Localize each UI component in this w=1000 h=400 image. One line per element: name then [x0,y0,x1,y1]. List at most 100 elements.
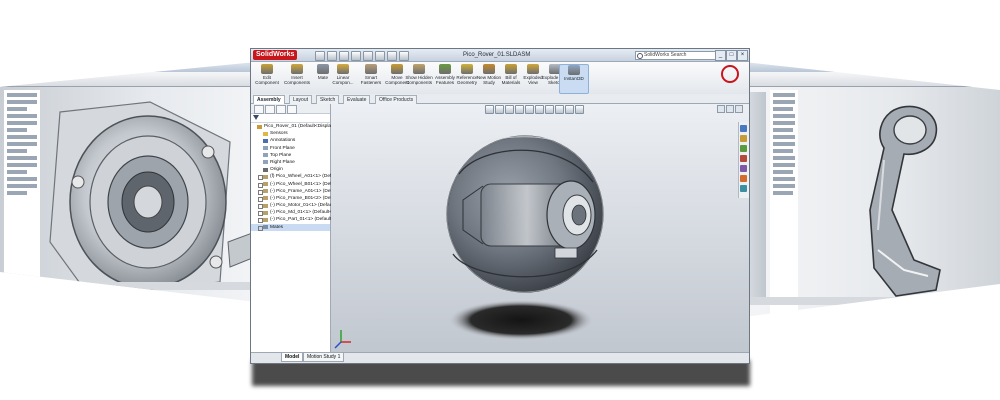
configuration-manager-tab-icon[interactable] [276,105,286,114]
tree-item-label: (-) Pico_Frame_A01<1> (Defaul [270,188,339,194]
maximize-button[interactable]: □ [726,50,737,61]
tree-item[interactable]: Mates [251,223,330,231]
title-bar: SolidWorks Pico_Rover_01.SLDASM SolidWor… [251,49,749,62]
mates-icon [263,225,268,230]
tree-item[interactable]: (-) Pico_Frame_A01<1> (Defaul [251,188,338,195]
smart-fasteners-icon [365,64,377,74]
tab-layout[interactable]: Layout [289,95,313,104]
tree-item[interactable]: (-) Pico_Motor_01<1> (Default [251,202,335,210]
bill-of-materials-icon [505,64,517,74]
tab-evaluate[interactable]: Evaluate [343,95,371,104]
tree-item-label: (-) Pico_Wheel_B01<1> (Defaul [270,181,338,187]
search-icon [637,53,643,59]
rebuild-icon[interactable] [387,51,397,61]
tree-item[interactable]: (-) Pico_Md_01<1> (Default<< [251,209,335,217]
instant3d-icon [568,65,580,75]
tab-assembly[interactable]: Assembly [253,95,285,104]
tab-office-products[interactable]: Office Products [375,95,418,104]
open-icon[interactable] [327,51,337,61]
tab-sketch[interactable]: Sketch [316,95,340,104]
custom-properties-icon[interactable] [740,185,747,192]
tree-item-label: Front Plane [270,145,295,151]
manager-tabs [251,104,330,114]
new-motion-study-icon [483,64,495,74]
ribbon-button-label: Linear Compon... [332,75,354,85]
tree-item[interactable]: Annotations [251,137,330,144]
bottom-tab-model[interactable]: Model [281,353,304,362]
ribbon-button-edit-component[interactable]: Edit Component [253,64,281,92]
assembly-features-icon [439,64,451,74]
filter-icon [253,115,259,120]
solidworks-resources-icon[interactable] [740,125,747,132]
right-window-edge [748,92,766,302]
left-window-titlebar [0,62,256,72]
right-solidworks-window [744,62,1000,317]
design-library-icon[interactable] [740,135,747,142]
tree-item[interactable]: Front Plane [251,145,330,152]
bottom-tab-motion-study-1[interactable]: Motion Study 1 [303,353,345,362]
ribbon-button-insert-components[interactable]: Insert Components [283,64,311,92]
appearances-icon[interactable] [740,175,747,182]
folder-icon [263,131,268,136]
graphics-area[interactable] [331,104,749,353]
tree-item-label: (-) Pico_Frame_B01<2> (Defaul [270,195,339,201]
minimize-button[interactable]: _ [715,50,726,61]
tree-item[interactable]: Sensors [251,130,330,137]
insert-components-icon [291,64,303,74]
exploded-view-icon [527,64,539,74]
close-button[interactable]: × [737,50,748,61]
feature-manager-tab-icon[interactable] [254,105,264,114]
wheel-assembly-model [334,135,604,349]
tree-item[interactable]: (-) Pico_Wheel_B01<1> (Defaul [251,181,338,188]
tree-filter[interactable] [251,114,330,123]
search-placeholder: SolidWorks Search [644,52,687,58]
part-icon [263,217,268,222]
tree-item-label: Annotations [270,138,296,144]
tree-item[interactable]: Right Plane [251,159,330,166]
view-palette-icon[interactable] [740,165,747,172]
tree-item-label: (-) Pico_Part_01<1> (Default<< [270,217,337,223]
file-explorer-icon[interactable] [740,145,747,152]
tree-item-label: Right Plane [270,159,295,165]
left-window-statusbar [0,282,256,290]
tree-item[interactable]: Pico_Rover_01 (Default<Display S [251,123,338,130]
reference-geometry-icon [461,64,473,74]
ribbon-button-linear-component-pattern[interactable]: Linear Compon... [329,64,357,92]
tree-item-label: (-) Pico_Motor_01<1> (Default [270,203,335,209]
part-icon [263,203,268,208]
triad-icon [334,330,351,349]
search-task-icon[interactable] [740,155,747,162]
solidworks-logo[interactable]: SolidWorks [253,50,298,60]
dimxpert-manager-tab-icon[interactable] [287,105,297,114]
ribbon-button-label: Insert Components [283,75,311,85]
linear-component-pattern-icon [337,64,349,74]
main-solidworks-window: SolidWorks Pico_Rover_01.SLDASM SolidWor… [250,48,750,364]
property-manager-tab-icon[interactable] [265,105,275,114]
options-icon[interactable] [399,51,409,61]
window-title: Pico_Rover_01.SLDASM [463,52,531,58]
ribbon-button-instant3d[interactable]: Instant3D [559,64,589,94]
command-manager-tabs: Assembly Layout Sketch Evaluate Office Produ… [251,94,749,104]
tree-item[interactable]: (-) Pico_Part_01<1> (Default<< [251,216,337,224]
new-document-icon[interactable] [315,51,325,61]
plane-icon [263,160,268,165]
ribbon-button-smart-fasteners[interactable]: Smart Fasteners [357,64,385,92]
tree-item[interactable]: (-) Pico_Frame_B01<2> (Defaul [251,195,338,202]
save-icon[interactable] [339,51,349,61]
ribbon-button-label: Edit Component [255,75,279,85]
tree-item[interactable]: Top Plane [251,152,330,159]
tree-item-label: Mates [270,224,284,230]
undo-icon[interactable] [363,51,373,61]
ribbon-button-label: Smart Fasteners [360,75,382,85]
tree-item[interactable]: Origin [251,166,330,173]
right-window-feature-tree [770,90,798,317]
search-input[interactable]: SolidWorks Search [635,51,717,60]
move-component-icon [391,64,403,74]
tree-item[interactable]: (f) Pico_Wheel_A01<1> (Defaul [251,173,338,181]
assembly-icon [257,124,262,129]
origin-icon [263,167,268,172]
ribbon-button-show-hidden-components[interactable]: Show Hidden Components [405,64,433,92]
select-icon[interactable] [375,51,385,61]
print-icon[interactable] [351,51,361,61]
show-hidden-components-icon [413,64,425,74]
